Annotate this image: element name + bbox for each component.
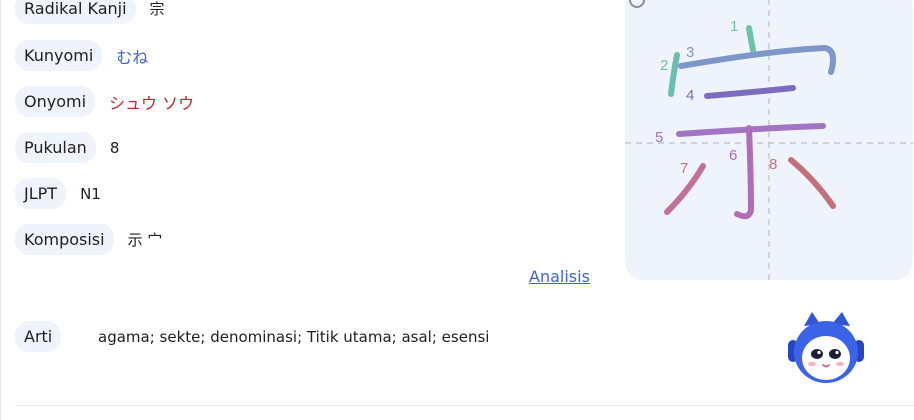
detail-row-onyomi: Onyomi シュウ ソウ [15,86,194,117]
detail-row-strokes: Pukulan 8 [15,132,119,163]
jlpt-label: JLPT [15,178,67,209]
stroke-4 [704,85,796,99]
meaning-label: Arti [15,321,62,352]
section-divider [15,405,914,406]
left-border [0,0,1,420]
onyomi-value[interactable]: シュウ ソウ [109,90,194,114]
stroke-number-5: 5 [655,129,663,146]
detail-row-components: Komposisi 示 宀 [15,224,162,255]
stroke-order-diagram: 1 2 3 4 5 6 7 8 [625,0,913,280]
stroke-6 [734,125,754,220]
stroke-number-6: 6 [729,147,737,164]
meaning-row: Arti [15,321,62,352]
components-value[interactable]: 示 宀 [128,229,163,250]
kunyomi-label: Kunyomi [15,40,103,71]
strokes-label: Pukulan [15,132,96,163]
stroke-number-3: 3 [686,44,694,61]
refresh-icon[interactable] [625,0,649,12]
radical-label: Radikal Kanji [15,0,136,24]
radical-value: 宗 [149,0,165,18]
stroke-3 [678,45,836,75]
components-label: Komposisi [15,224,114,255]
kunyomi-value[interactable]: むね [116,44,148,68]
meaning-value: agama; sekte; denominasi; Titik utama; a… [98,328,490,346]
stroke-number-1: 1 [730,18,738,35]
stroke-8 [788,157,836,209]
strokes-value: 8 [109,138,120,157]
robot-mascot-icon[interactable] [784,310,868,388]
stroke-number-2: 2 [660,57,668,74]
stroke-number-4: 4 [686,87,694,104]
stroke-number-8: 8 [769,156,777,173]
jlpt-value: N1 [80,184,101,203]
detail-row-radical: Radikal Kanji 宗 [15,0,165,24]
stroke-1 [746,25,756,53]
stroke-order-panel[interactable]: 1 2 3 4 5 6 7 8 [625,0,913,280]
analysis-link[interactable]: Analisis [529,267,590,286]
stroke-number-7: 7 [680,160,688,177]
detail-row-kunyomi: Kunyomi むね [15,40,148,71]
detail-row-jlpt: JLPT N1 [15,178,101,209]
stroke-2 [668,52,680,97]
onyomi-label: Onyomi [15,86,96,117]
